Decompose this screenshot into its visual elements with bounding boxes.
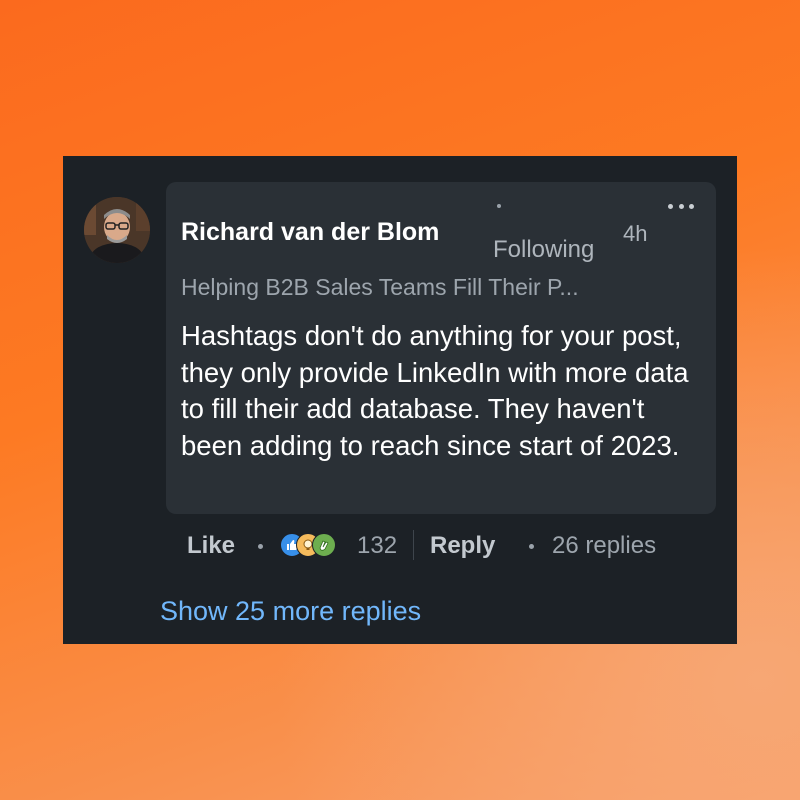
reaction-count[interactable]: 132: [357, 532, 397, 560]
divider: [413, 530, 414, 560]
comment-card: Richard van der Blom Following 4h Helpin…: [63, 156, 737, 644]
author-avatar[interactable]: [84, 197, 150, 263]
avatar-photo: [84, 197, 150, 263]
author-name[interactable]: Richard van der Blom: [181, 218, 439, 247]
separator-dot: [258, 544, 263, 549]
more-options-icon[interactable]: [668, 200, 694, 212]
comment-actions: Like 132 Reply 26 replies: [63, 526, 737, 566]
separator-dot: [497, 204, 501, 208]
reply-button[interactable]: Reply: [430, 532, 495, 560]
celebrate-reaction-icon: [312, 533, 336, 557]
replies-count[interactable]: 26 replies: [552, 532, 656, 560]
show-more-replies-link[interactable]: Show 25 more replies: [160, 596, 421, 627]
like-button[interactable]: Like: [187, 532, 235, 560]
follow-status: Following: [493, 236, 595, 263]
separator-dot: [529, 544, 534, 549]
comment-timestamp: 4h: [623, 221, 648, 246]
comment-text: Hashtags don't do anything for your post…: [181, 320, 689, 461]
author-headline: Helping B2B Sales Teams Fill Their P...: [181, 274, 579, 300]
reactions-summary[interactable]: [280, 533, 350, 559]
comment-bubble: Richard van der Blom Following 4h Helpin…: [166, 182, 716, 514]
